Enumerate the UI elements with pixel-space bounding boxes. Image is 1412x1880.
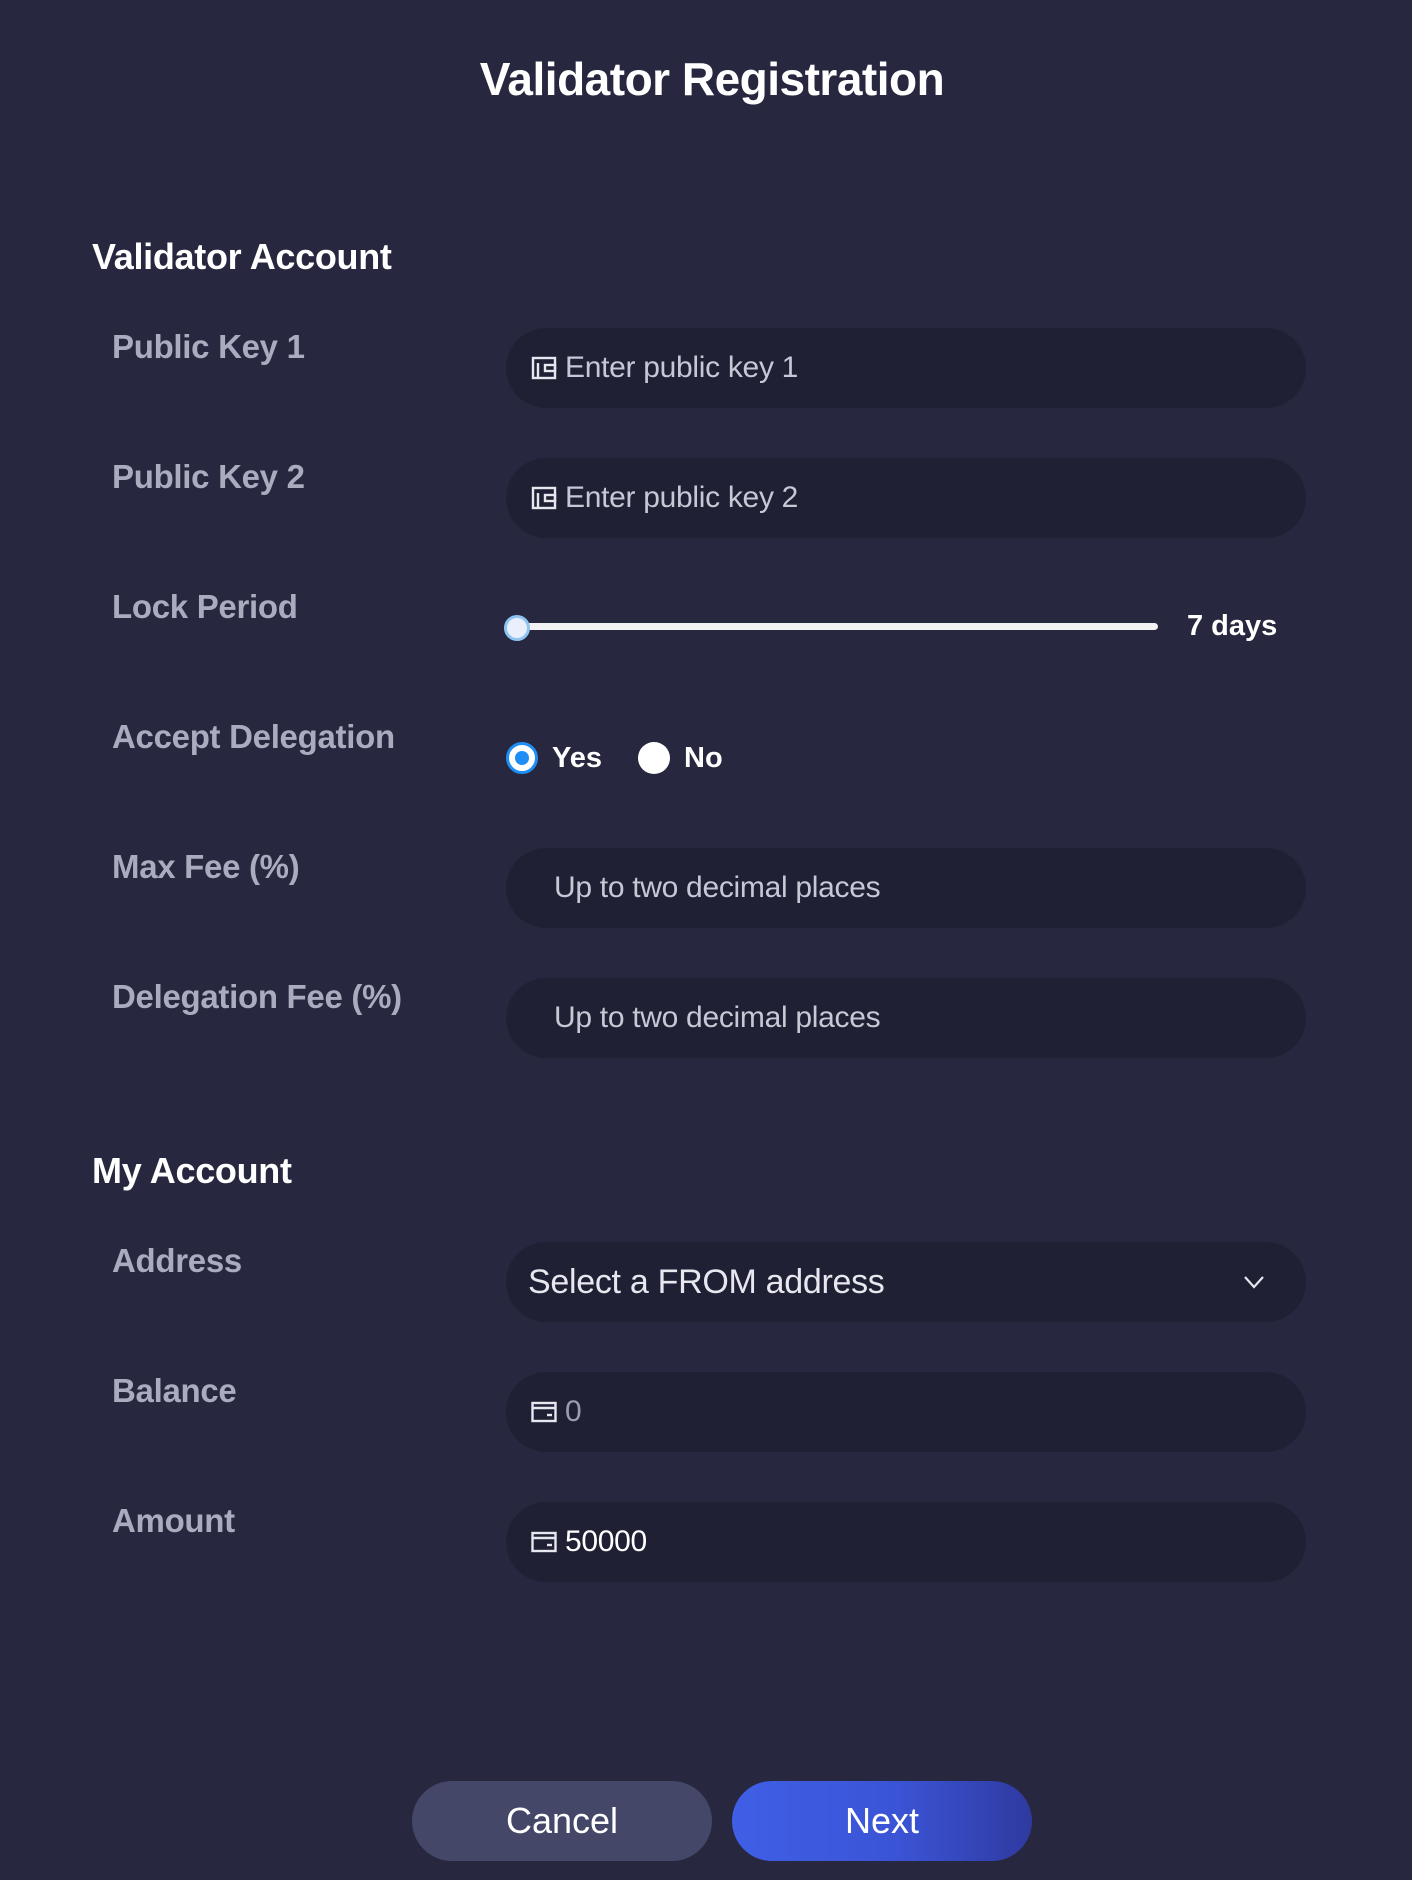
public-key-2-input[interactable]: Enter public key 2 <box>506 458 1306 538</box>
public-key-1-row: Public Key 1 Enter public key 1 <box>0 328 1412 408</box>
max-fee-placeholder: Up to two decimal places <box>554 871 881 904</box>
delegation-fee-input[interactable]: Up to two decimal places <box>506 978 1306 1058</box>
public-key-2-label: Public Key 2 <box>112 458 305 495</box>
card-icon <box>531 1529 557 1555</box>
radio-no-label: No <box>684 741 723 774</box>
radio-option-yes[interactable]: Yes <box>506 742 602 775</box>
section-title-my-account: My Account <box>92 1150 292 1191</box>
amount-input[interactable]: 50000 <box>506 1502 1306 1582</box>
radio-no[interactable] <box>638 742 670 774</box>
address-label: Address <box>112 1242 242 1279</box>
address-select-value: Select a FROM address <box>528 1262 885 1301</box>
accept-delegation-label: Accept Delegation <box>112 718 395 755</box>
lock-period-label: Lock Period <box>112 588 298 625</box>
card-icon <box>531 1399 557 1425</box>
public-key-2-placeholder: Enter public key 2 <box>565 481 799 514</box>
balance-label: Balance <box>112 1372 237 1409</box>
balance-field: 0 <box>506 1372 1306 1452</box>
lock-period-slider-track[interactable] <box>506 623 1158 630</box>
chevron-down-icon <box>1242 1270 1266 1294</box>
lock-period-slider-thumb[interactable] <box>504 615 530 641</box>
amount-row: Amount 50000 <box>0 1502 1412 1582</box>
wallet-icon <box>531 485 557 511</box>
balance-row: Balance 0 <box>0 1372 1412 1452</box>
section-title-validator-account: Validator Account <box>92 236 392 277</box>
public-key-1-placeholder: Enter public key 1 <box>565 351 799 384</box>
max-fee-label: Max Fee (%) <box>112 848 300 885</box>
radio-option-no[interactable]: No <box>638 742 723 775</box>
public-key-1-input[interactable]: Enter public key 1 <box>506 328 1306 408</box>
amount-label: Amount <box>112 1502 235 1539</box>
max-fee-row: Max Fee (%) Up to two decimal places <box>0 848 1412 928</box>
balance-value: 0 <box>565 1395 582 1428</box>
next-button[interactable]: Next <box>732 1781 1032 1861</box>
cancel-button[interactable]: Cancel <box>412 1781 712 1861</box>
radio-yes[interactable] <box>506 742 538 774</box>
accept-delegation-radio-group: Yes No <box>506 740 759 776</box>
delegation-fee-placeholder: Up to two decimal places <box>554 1001 881 1034</box>
lock-period-value: 7 days <box>1187 610 1278 642</box>
radio-yes-label: Yes <box>552 741 602 774</box>
page-title: Validator Registration <box>479 53 945 105</box>
delegation-fee-label: Delegation Fee (%) <box>112 978 402 1015</box>
amount-value: 50000 <box>565 1525 647 1558</box>
max-fee-input[interactable]: Up to two decimal places <box>506 848 1306 928</box>
wallet-icon <box>531 355 557 381</box>
address-select[interactable]: Select a FROM address <box>506 1242 1306 1322</box>
delegation-fee-row: Delegation Fee (%) Up to two decimal pla… <box>0 978 1412 1058</box>
public-key-2-row: Public Key 2 Enter public key 2 <box>0 458 1412 538</box>
address-row: Address Select a FROM address <box>0 1242 1412 1322</box>
public-key-1-label: Public Key 1 <box>112 328 305 365</box>
